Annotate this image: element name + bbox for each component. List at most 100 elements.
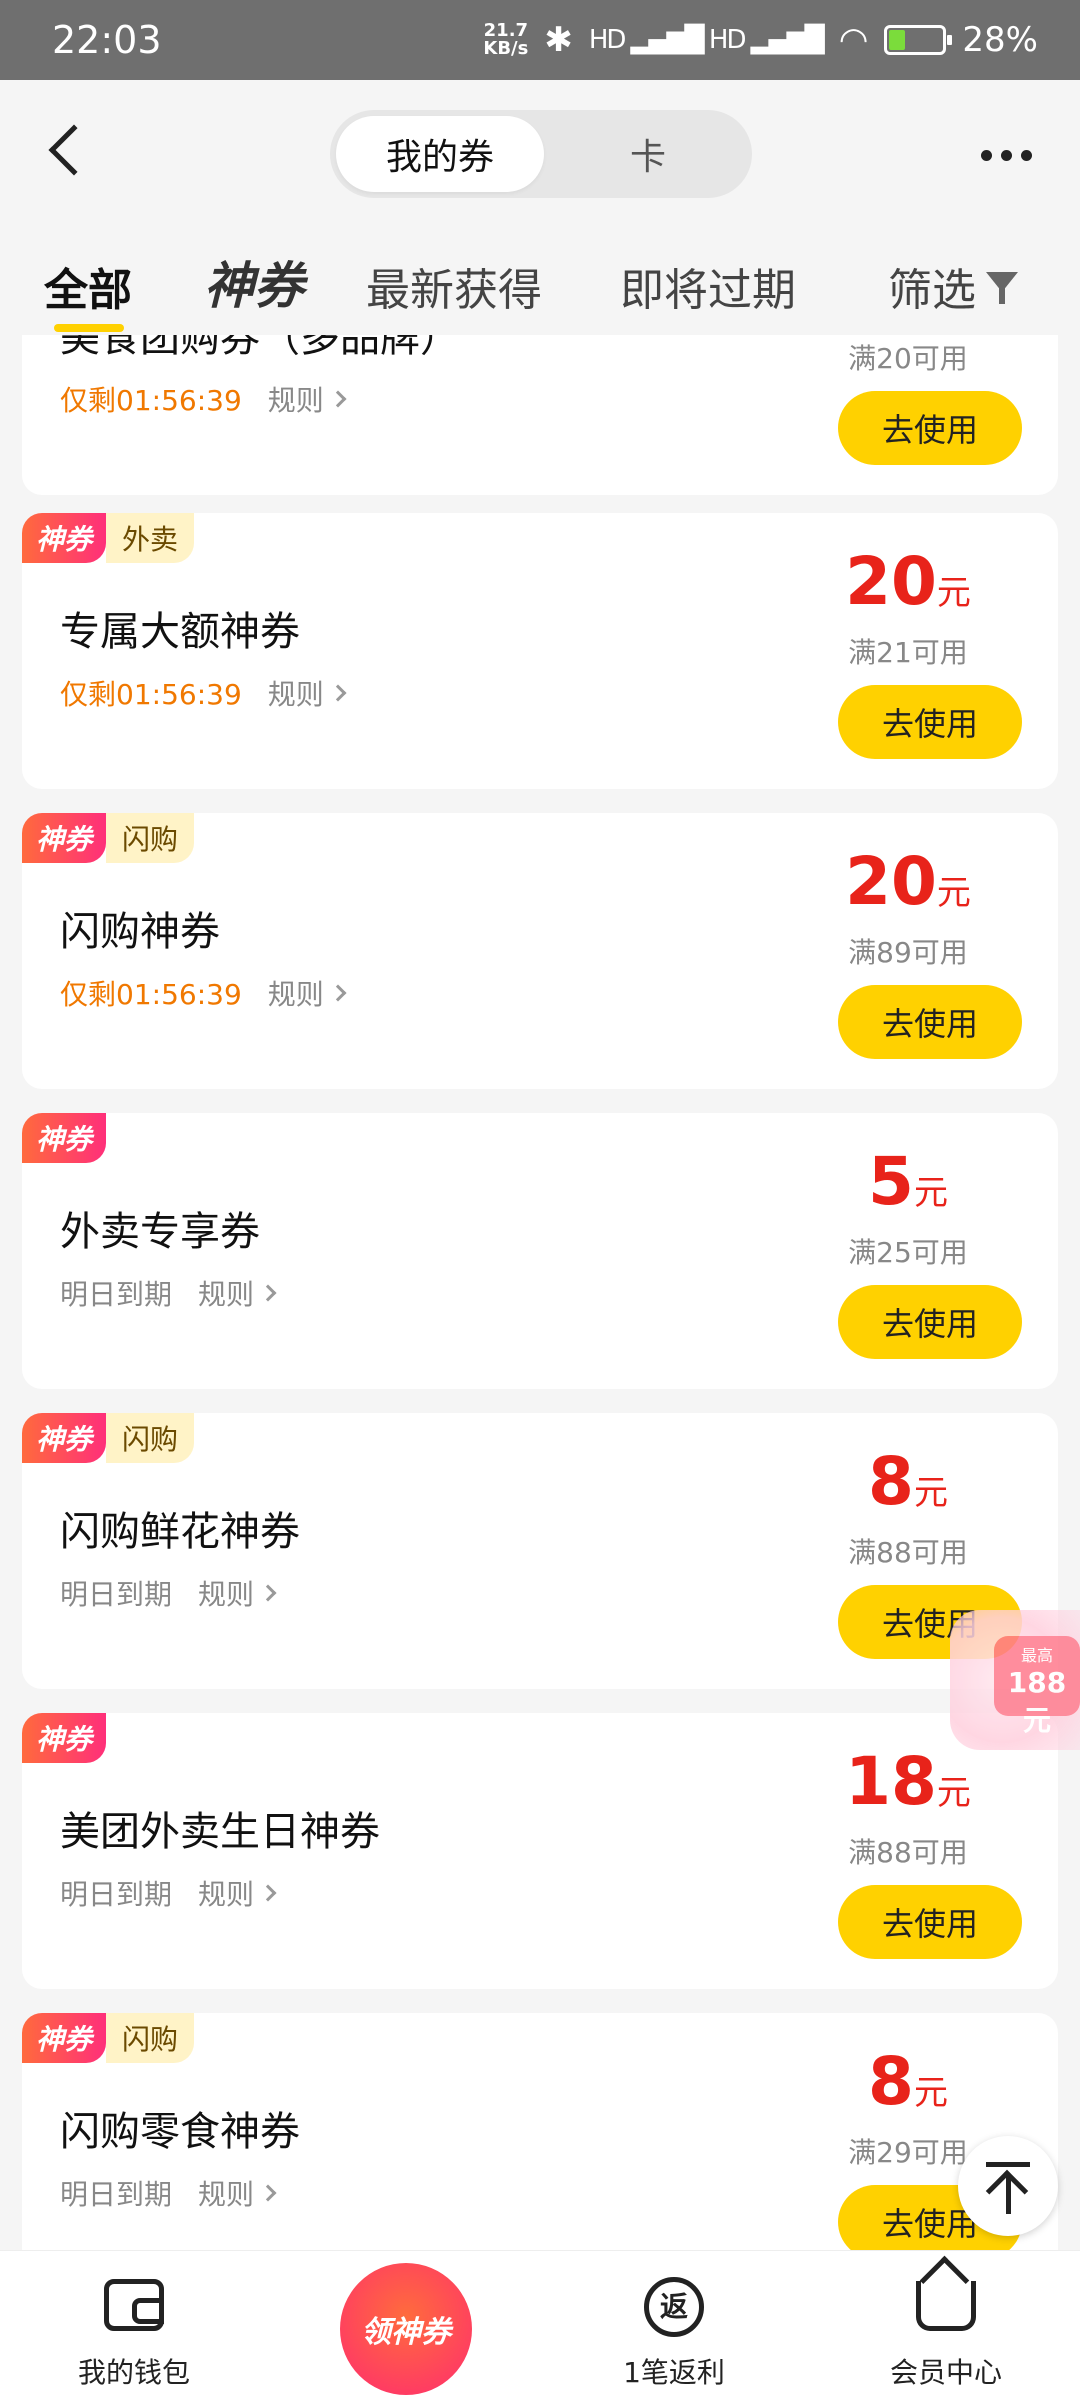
use-coupon-button[interactable]: 去使用 — [838, 985, 1022, 1059]
coupon-meta: 明日到期 规则 — [60, 2173, 277, 2213]
coupon-meta: 明日到期 规则 — [60, 1573, 277, 1613]
coupon-condition: 满21可用 — [848, 636, 968, 669]
tab-shen-coupon[interactable]: 神券 — [204, 246, 304, 318]
coupon-amount: 20 — [845, 543, 937, 620]
coupon-meta: 仅剩01:56:39 规则 — [60, 379, 347, 419]
rule-label: 规则 — [198, 2178, 255, 2211]
coupon-value: 18元 — [818, 1743, 998, 1820]
use-coupon-button[interactable]: 去使用 — [838, 1285, 1022, 1359]
chevron-right-icon — [329, 390, 347, 408]
rule-link[interactable]: 规则 — [198, 1573, 277, 1613]
rule-link[interactable]: 规则 — [268, 673, 347, 713]
coupon-list[interactable]: 美食团购券（多品牌） 仅剩01:56:39 规则 满20可用 去使用 神券 外卖… — [0, 335, 1080, 2250]
coupon-countdown: 仅剩01:56:39 — [60, 678, 242, 711]
coupon-meta: 仅剩01:56:39 规则 — [60, 973, 347, 1013]
coupon-badges: 神券 — [22, 1713, 107, 1763]
coupon-value: 8元 — [818, 1443, 998, 1520]
rule-label: 规则 — [267, 978, 324, 1011]
coupon-type-badge: 闪购 — [106, 813, 195, 863]
rule-link[interactable]: 规则 — [198, 1873, 277, 1913]
status-icons: 21.7 KB/s ✱ HD ▂▄▆█ HD ▂▄▆█ ◠ 28% — [483, 20, 1038, 60]
filter-button[interactable]: 筛选 — [888, 254, 1018, 318]
chevron-right-icon — [259, 1584, 277, 1602]
coupon-unit: 元 — [936, 1773, 971, 1813]
coupon-card: 神券 美团外卖生日神券 明日到期 规则 18元 满88可用 去使用 — [22, 1713, 1058, 1989]
back-to-top-button[interactable] — [958, 2136, 1058, 2236]
net-speed: 21.7 KB/s — [483, 22, 528, 58]
shen-coupon-badge: 神券 — [22, 813, 107, 863]
coupon-amount: 18 — [845, 1743, 937, 1820]
status-bar: 22:03 21.7 KB/s ✱ HD ▂▄▆█ HD ▂▄▆█ ◠ 28% — [0, 0, 1080, 80]
chevron-right-icon — [329, 984, 347, 1002]
use-coupon-button[interactable]: 去使用 — [838, 1885, 1022, 1959]
arrow-up-icon — [986, 2162, 1030, 2167]
floating-promo-widget[interactable]: 最高 188元 — [950, 1610, 1080, 1750]
tab-all[interactable]: 全部 — [44, 254, 132, 332]
use-coupon-button[interactable]: 去使用 — [838, 685, 1022, 759]
get-coupon-button[interactable]: 领神券 — [340, 2263, 472, 2395]
wifi-icon: ◠ — [838, 20, 869, 60]
coupon-title: 专属大额神券 — [60, 609, 300, 655]
coupon-condition: 满88可用 — [848, 1536, 968, 1569]
coupon-title: 闪购鲜花神券 — [60, 1509, 300, 1555]
promo-amount: 188元 — [1007, 1666, 1067, 1737]
signal-icon: HD ▂▄▆█ HD ▂▄▆█ — [588, 25, 825, 55]
coupon-condition: 满89可用 — [848, 936, 968, 969]
coupon-value: 20元 — [818, 843, 998, 920]
more-icon[interactable] — [981, 150, 1032, 161]
coupon-expire: 明日到期 — [60, 1578, 173, 1611]
tab-expiring[interactable]: 即将过期 — [620, 254, 796, 318]
tab-my-coupons[interactable]: 我的券 — [336, 116, 544, 192]
shen-coupon-badge: 神券 — [22, 2013, 107, 2063]
coupon-badges: 神券 闪购 — [22, 1413, 195, 1463]
coupon-title: 外卖专享券 — [60, 1209, 260, 1255]
coupon-title: 美团外卖生日神券 — [60, 1809, 380, 1855]
tab-cards[interactable]: 卡 — [544, 116, 752, 192]
coupon-unit: 元 — [936, 873, 971, 913]
net-speed-unit: KB/s — [483, 38, 529, 59]
nav-wallet-label: 我的钱包 — [77, 2356, 190, 2389]
promo-pill: 最高 188元 — [994, 1636, 1080, 1737]
coupon-amount: 8 — [868, 1443, 914, 1520]
coupon-card: 神券 外卖 专属大额神券 仅剩01:56:39 规则 20元 满21可用 去使用 — [22, 513, 1058, 789]
coupon-card: 美食团购券（多品牌） 仅剩01:56:39 规则 满20可用 去使用 — [22, 335, 1058, 495]
nav-wallet[interactable]: 我的钱包 — [34, 2251, 234, 2400]
rule-link[interactable]: 规则 — [267, 973, 347, 1013]
coupon-value: 8元 — [818, 2043, 998, 2120]
bottom-nav: 我的钱包 领神券 返 1笔返利 会员中心 — [0, 2250, 1080, 2400]
coupon-meta: 仅剩01:56:39 规则 — [60, 673, 347, 713]
rule-label: 规则 — [198, 1278, 255, 1311]
coupon-unit: 元 — [913, 1173, 948, 1213]
coupon-expire: 明日到期 — [60, 2178, 173, 2211]
rule-link[interactable]: 规则 — [198, 2173, 277, 2213]
coupon-expire: 明日到期 — [60, 1878, 173, 1911]
shen-coupon-badge: 神券 — [22, 1113, 107, 1163]
battery-icon — [884, 25, 953, 55]
tab-newest[interactable]: 最新获得 — [366, 254, 542, 318]
promo-small-label: 最高 — [1020, 1646, 1053, 1665]
use-coupon-button[interactable]: 去使用 — [838, 391, 1022, 465]
rule-link[interactable]: 规则 — [198, 1273, 277, 1313]
nav-member-center[interactable]: 会员中心 — [846, 2251, 1046, 2400]
rule-label: 规则 — [267, 384, 324, 417]
coupon-badges: 神券 闪购 — [22, 2013, 195, 2063]
tab-active-indicator — [54, 324, 124, 332]
coupon-unit: 元 — [936, 573, 971, 613]
crown-icon — [916, 2281, 976, 2331]
rebate-icon: 返 — [644, 2277, 704, 2337]
coupon-amount: 5 — [868, 1143, 914, 1220]
header: 我的券 卡 — [0, 80, 1080, 220]
coupon-condition: 满20可用 — [848, 342, 968, 375]
coupon-condition: 满25可用 — [848, 1236, 968, 1269]
coupon-countdown: 仅剩01:56:39 — [60, 978, 242, 1011]
coupon-amount: 8 — [868, 2043, 914, 2120]
nav-rebate[interactable]: 返 1笔返利 — [574, 2251, 774, 2400]
rule-link[interactable]: 规则 — [267, 379, 347, 419]
coupon-card: 神券 外卖专享券 明日到期 规则 5元 满25可用 去使用 — [22, 1113, 1058, 1389]
coupon-title: 闪购零食神券 — [60, 2109, 300, 2155]
coupon-condition: 满88可用 — [848, 1836, 968, 1869]
coupon-meta: 明日到期 规则 — [60, 1873, 277, 1913]
back-icon[interactable] — [48, 124, 100, 176]
coupon-title: 闪购神券 — [60, 909, 220, 955]
coupon-type-badge: 闪购 — [106, 2013, 195, 2063]
